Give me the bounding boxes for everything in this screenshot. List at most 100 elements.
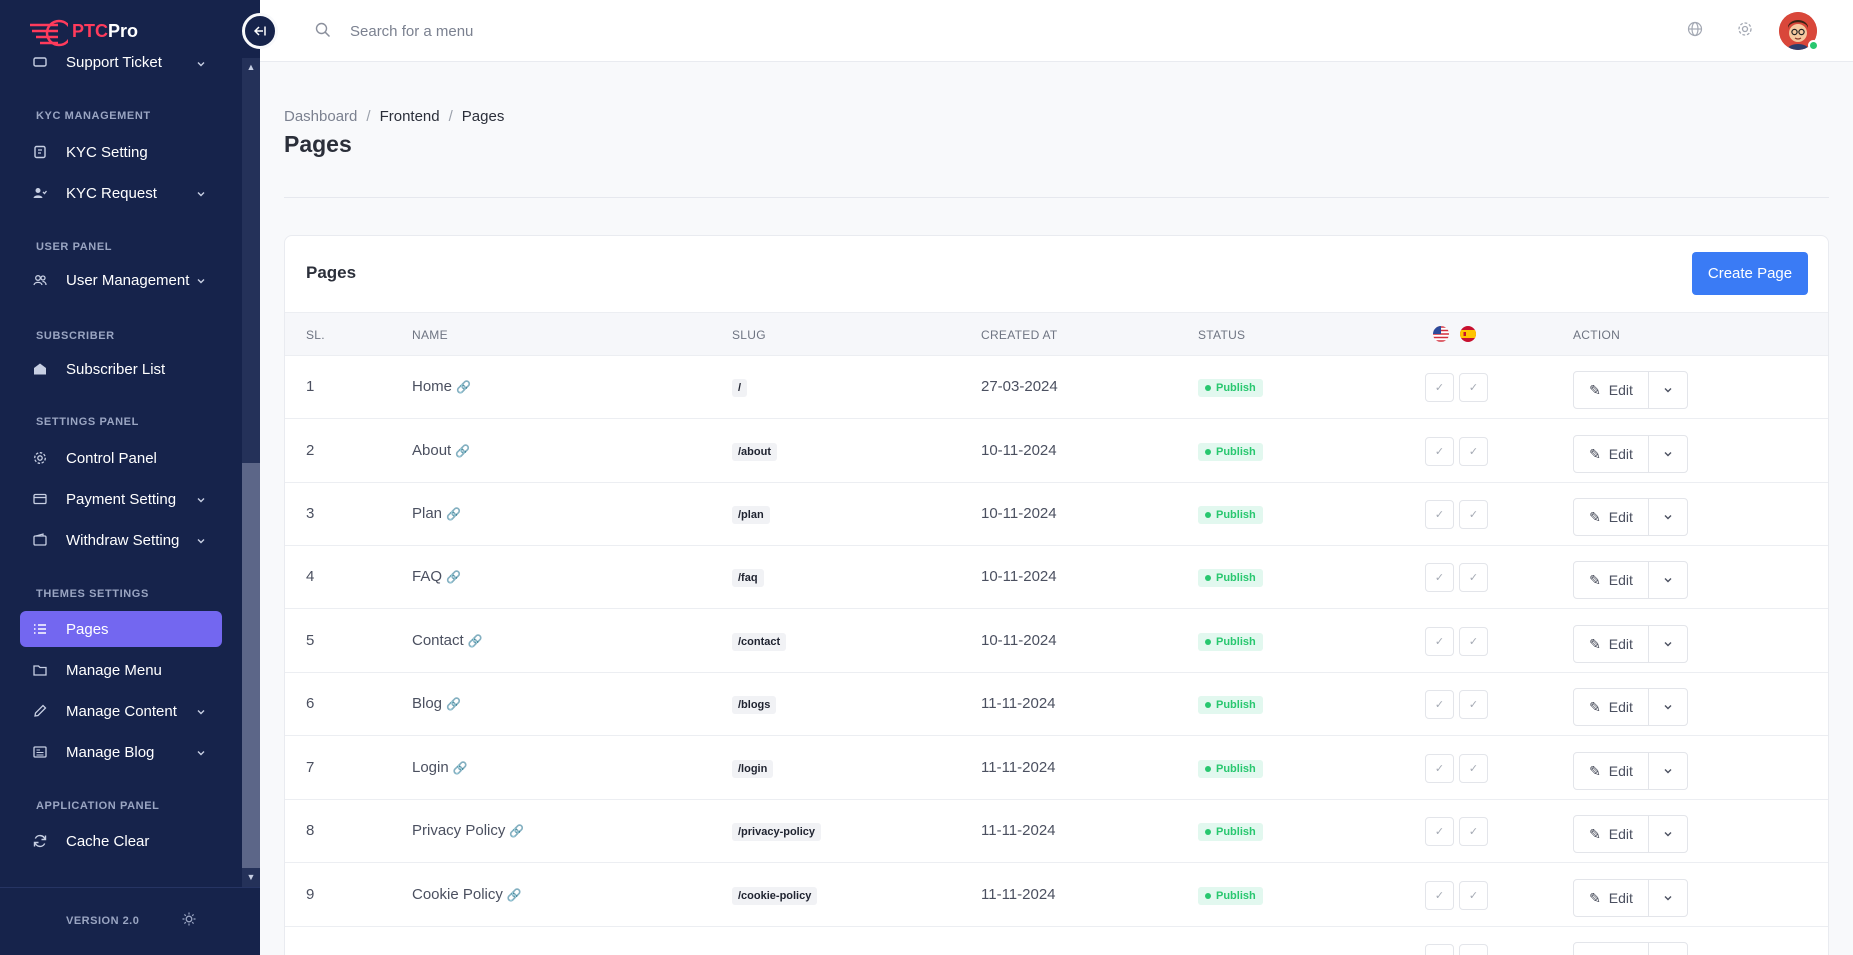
lang-es-check-button[interactable]: ✓ xyxy=(1459,690,1488,719)
action-dropdown-button[interactable] xyxy=(1648,879,1688,917)
sidebar-scroll-thumb[interactable] xyxy=(242,463,260,868)
lang-es-check-button[interactable]: ✓ xyxy=(1459,437,1488,466)
sidebar-item-control-panel[interactable]: Control Panel xyxy=(20,440,222,476)
cell-name[interactable]: Contact 🔗 xyxy=(412,632,483,649)
status-badge: Publish xyxy=(1198,569,1263,587)
action-dropdown-button[interactable] xyxy=(1648,688,1688,726)
sidebar-item-kyc-setting[interactable]: KYC Setting xyxy=(20,134,222,170)
action-dropdown-button[interactable] xyxy=(1648,435,1688,473)
lang-en-check-button[interactable]: ✓ xyxy=(1425,500,1454,529)
lang-en-check-button[interactable]: ✓ xyxy=(1425,627,1454,656)
chevron-down-icon xyxy=(196,56,206,73)
lang-en-check-button[interactable]: ✓ xyxy=(1425,754,1454,783)
status-dot xyxy=(1205,449,1211,455)
scroll-up-icon[interactable]: ▲ xyxy=(242,62,260,76)
edit-button[interactable]: ✎ Edit xyxy=(1573,752,1649,790)
lang-en-check-button[interactable]: ✓ xyxy=(1425,944,1454,955)
page-name-link[interactable]: About xyxy=(412,442,451,459)
action-dropdown-button[interactable] xyxy=(1648,625,1688,663)
link-icon[interactable]: 🔗 xyxy=(453,761,468,775)
scroll-down-icon[interactable]: ▼ xyxy=(242,872,260,886)
cell-name[interactable]: FAQ 🔗 xyxy=(412,568,461,585)
create-page-button[interactable]: Create Page xyxy=(1692,252,1808,295)
status-dot xyxy=(1205,893,1211,899)
cell-name[interactable]: Privacy Policy 🔗 xyxy=(412,822,524,839)
link-icon[interactable]: 🔗 xyxy=(455,444,470,458)
lang-en-check-button[interactable]: ✓ xyxy=(1425,563,1454,592)
page-name-link[interactable]: Privacy Policy xyxy=(412,822,505,839)
sidebar-item-payment-setting[interactable]: Payment Setting xyxy=(20,481,222,517)
gear-icon[interactable] xyxy=(1737,21,1753,42)
action-dropdown-button[interactable] xyxy=(1648,498,1688,536)
link-icon[interactable]: 🔗 xyxy=(446,697,461,711)
edit-button[interactable]: ✎ Edit xyxy=(1573,561,1649,599)
link-icon[interactable]: 🔗 xyxy=(509,824,524,838)
page-name-link[interactable]: Home xyxy=(412,378,452,395)
table-row: 6 Blog 🔗 /blogs 11-11-2024 Publish ✓ ✓ ✎ E… xyxy=(285,673,1828,736)
globe-icon[interactable] xyxy=(1687,21,1703,42)
sidebar-collapse-button[interactable] xyxy=(242,13,278,49)
sidebar-item-user-management[interactable]: User Management xyxy=(20,262,222,298)
breadcrumb-frontend[interactable]: Frontend xyxy=(380,108,440,125)
page-name-link[interactable]: Login xyxy=(412,759,449,776)
lang-en-check-button[interactable]: ✓ xyxy=(1425,437,1454,466)
lang-es-check-button[interactable]: ✓ xyxy=(1459,563,1488,592)
sidebar-item-support-ticket[interactable]: Support Ticket xyxy=(20,52,222,72)
page-name-link[interactable]: FAQ xyxy=(412,568,442,585)
lang-es-check-button[interactable]: ✓ xyxy=(1459,373,1488,402)
action-dropdown-button-partial[interactable] xyxy=(1648,942,1688,955)
lang-en-check-button[interactable]: ✓ xyxy=(1425,373,1454,402)
page-name-link[interactable]: Blog xyxy=(412,695,442,712)
breadcrumb-dashboard[interactable]: Dashboard xyxy=(284,108,357,125)
logo[interactable]: PTCPro xyxy=(28,10,138,52)
sidebar-item-manage-blog[interactable]: Manage Blog xyxy=(20,734,222,770)
slug-badge: /login xyxy=(732,760,774,778)
link-icon[interactable]: 🔗 xyxy=(446,570,461,584)
link-icon[interactable]: 🔗 xyxy=(456,380,471,394)
lang-en-check-button[interactable]: ✓ xyxy=(1425,690,1454,719)
search-input[interactable] xyxy=(350,16,750,46)
edit-button[interactable]: ✎ Edit xyxy=(1573,371,1649,409)
action-dropdown-button[interactable] xyxy=(1648,561,1688,599)
lang-es-check-button[interactable]: ✓ xyxy=(1459,817,1488,846)
edit-button[interactable]: ✎ Edit xyxy=(1573,625,1649,663)
column-sl: SL. xyxy=(306,328,325,342)
sun-icon[interactable] xyxy=(182,912,196,931)
page-name-link[interactable]: Plan xyxy=(412,505,442,522)
edit-button[interactable]: ✎ Edit xyxy=(1573,879,1649,917)
edit-button[interactable]: ✎ Edit xyxy=(1573,498,1649,536)
cell-name[interactable]: Plan 🔗 xyxy=(412,505,461,522)
cell-name[interactable]: About 🔗 xyxy=(412,442,470,459)
link-icon[interactable]: 🔗 xyxy=(507,888,522,902)
sidebar-item-label: Withdraw Setting xyxy=(66,531,180,549)
sidebar-item-pages[interactable]: Pages xyxy=(20,611,222,647)
lang-es-check-button[interactable]: ✓ xyxy=(1459,944,1488,955)
sidebar-item-subscriber-list[interactable]: Subscriber List xyxy=(20,351,222,387)
lang-en-check-button[interactable]: ✓ xyxy=(1425,817,1454,846)
lang-es-check-button[interactable]: ✓ xyxy=(1459,500,1488,529)
link-icon[interactable]: 🔗 xyxy=(446,507,461,521)
action-dropdown-button[interactable] xyxy=(1648,371,1688,409)
sidebar-item-manage-menu[interactable]: Manage Menu xyxy=(20,652,222,688)
edit-button[interactable]: ✎ Edit xyxy=(1573,435,1649,473)
link-icon[interactable]: 🔗 xyxy=(468,634,483,648)
sidebar-item-cache-clear[interactable]: Cache Clear xyxy=(20,823,222,859)
action-dropdown-button[interactable] xyxy=(1648,815,1688,853)
edit-button-partial[interactable] xyxy=(1573,942,1649,955)
lang-es-check-button[interactable]: ✓ xyxy=(1459,754,1488,783)
action-dropdown-button[interactable] xyxy=(1648,752,1688,790)
cell-name[interactable]: Cookie Policy 🔗 xyxy=(412,886,522,903)
edit-button[interactable]: ✎ Edit xyxy=(1573,688,1649,726)
page-name-link[interactable]: Cookie Policy xyxy=(412,886,503,903)
lang-en-check-button[interactable]: ✓ xyxy=(1425,881,1454,910)
sidebar-item-withdraw-setting[interactable]: Withdraw Setting xyxy=(20,522,222,558)
cell-name[interactable]: Blog 🔗 xyxy=(412,695,461,712)
lang-es-check-button[interactable]: ✓ xyxy=(1459,627,1488,656)
cell-name[interactable]: Login 🔗 xyxy=(412,759,468,776)
sidebar-item-manage-content[interactable]: Manage Content xyxy=(20,693,222,729)
sidebar-item-kyc-request[interactable]: KYC Request xyxy=(20,175,222,211)
page-name-link[interactable]: Contact xyxy=(412,632,464,649)
edit-button[interactable]: ✎ Edit xyxy=(1573,815,1649,853)
cell-name[interactable]: Home 🔗 xyxy=(412,378,471,395)
lang-es-check-button[interactable]: ✓ xyxy=(1459,881,1488,910)
